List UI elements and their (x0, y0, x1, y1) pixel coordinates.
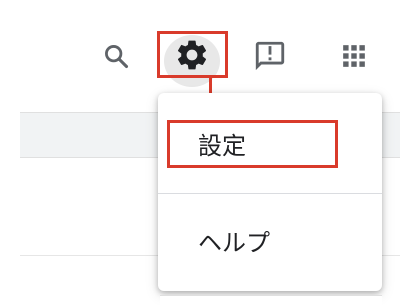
search-icon (102, 42, 130, 74)
feedback-button[interactable] (248, 36, 292, 80)
feedback-icon (253, 39, 287, 77)
menu-item-help-label: ヘルプ (198, 228, 270, 257)
search-button[interactable] (94, 36, 138, 80)
menu-divider (158, 193, 382, 194)
settings-highlight-box (157, 31, 228, 78)
apps-button[interactable] (332, 36, 376, 80)
background-panel-edge (160, 295, 382, 307)
menu-item-help[interactable]: ヘルプ (158, 217, 382, 263)
settings-item-highlight-box (167, 120, 338, 168)
apps-grid-icon (341, 43, 367, 73)
